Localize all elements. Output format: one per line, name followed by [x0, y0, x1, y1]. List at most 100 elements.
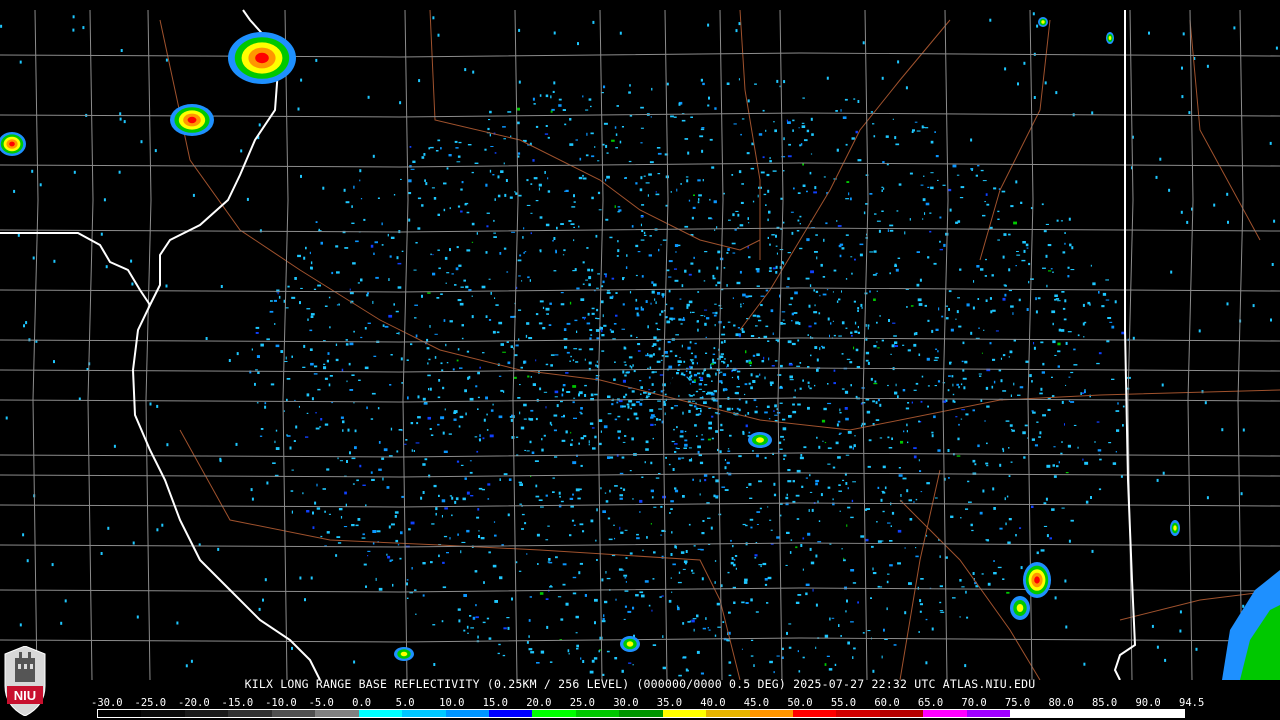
- radar-echo: [580, 412, 583, 415]
- radar-echo: [621, 669, 624, 673]
- radar-echo: [766, 173, 770, 177]
- radar-echo: [1015, 265, 1017, 267]
- radar-echo: [1099, 458, 1102, 461]
- radar-site-ring: [670, 375, 690, 395]
- radar-echo: [564, 123, 567, 126]
- colorscale-segment: [445, 710, 489, 717]
- radar-echo: [357, 282, 360, 284]
- radar-echo: [519, 503, 522, 505]
- radar-echo: [806, 190, 808, 193]
- colorscale-segment: [184, 710, 229, 717]
- radar-echo: [887, 573, 890, 575]
- radar-echo: [469, 615, 472, 617]
- radar-echo: [756, 285, 760, 287]
- radar-echo: [580, 464, 583, 467]
- radar-echo: [414, 317, 417, 319]
- radar-echo: [569, 143, 574, 146]
- radar-echo: [1010, 305, 1014, 308]
- radar-echo: [573, 239, 575, 242]
- niu-logo: NIU: [4, 646, 46, 716]
- radar-echo: [748, 431, 751, 434]
- radar-echo: [1186, 220, 1189, 224]
- radar-echo: [724, 388, 728, 391]
- radar-echo: [825, 222, 828, 225]
- radar-echo: [573, 201, 576, 203]
- radar-echo: [1026, 247, 1029, 249]
- radar-echo: [755, 325, 758, 327]
- radar-echo: [1117, 402, 1119, 405]
- radar-echo: [887, 384, 889, 387]
- radar-echo: [1156, 645, 1159, 649]
- radar-echo: [913, 455, 917, 459]
- radar-echo: [794, 389, 796, 392]
- radar-echo: [723, 326, 725, 329]
- radar-echo: [569, 301, 572, 305]
- radar-echo: [408, 179, 412, 183]
- radar-echo: [696, 650, 700, 654]
- radar-echo: [489, 133, 491, 137]
- radar-echo: [312, 511, 314, 515]
- radar-echo: [775, 234, 777, 238]
- radar-echo: [575, 632, 578, 634]
- radar-echo: [741, 183, 744, 185]
- radar-echo: [451, 273, 454, 275]
- radar-echo: [603, 425, 608, 429]
- radar-echo: [621, 456, 625, 459]
- radar-echo: [686, 305, 689, 309]
- radar-echo: [876, 220, 881, 222]
- radar-echo: [707, 438, 711, 441]
- radar-echo: [1049, 537, 1052, 540]
- radar-echo: [578, 571, 581, 575]
- radar-echo: [449, 207, 451, 210]
- radar-echo: [562, 109, 566, 111]
- radar-echo: [1019, 527, 1022, 529]
- radar-echo: [785, 564, 788, 566]
- radar-echo: [505, 179, 508, 182]
- radar-echo: [756, 269, 760, 273]
- radar-echo: [965, 413, 969, 416]
- radar-echo: [346, 460, 348, 463]
- radar-echo: [1010, 394, 1012, 397]
- radar-echo: [603, 85, 606, 89]
- colorscale-segment: [749, 710, 793, 717]
- radar-echo: [411, 567, 413, 570]
- radar-echo: [72, 15, 75, 19]
- radar-echo: [741, 330, 745, 333]
- logo-text: NIU: [14, 688, 36, 703]
- radar-echo: [677, 581, 682, 584]
- radar-echo: [805, 592, 808, 596]
- radar-echo: [675, 447, 678, 449]
- radar-echo: [900, 440, 904, 444]
- radar-echo: [591, 196, 594, 200]
- radar-echo: [857, 100, 860, 103]
- radar-echo: [345, 201, 350, 204]
- radar-echo: [554, 354, 559, 356]
- radar-echo: [503, 627, 507, 630]
- radar-echo: [833, 369, 836, 372]
- radar-echo: [351, 374, 355, 376]
- radar-echo: [775, 271, 778, 274]
- radar-echo: [703, 401, 707, 404]
- radar-echo: [501, 544, 504, 546]
- colorscale-segment: [575, 710, 620, 717]
- radar-echo: [726, 82, 730, 85]
- radar-echo: [707, 104, 710, 107]
- radar-echo: [602, 510, 606, 513]
- radar-echo: [738, 78, 740, 81]
- radar-echo: [644, 580, 649, 583]
- radar-echo: [1005, 420, 1010, 422]
- radar-echo: [547, 525, 550, 527]
- radar-echo: [270, 383, 275, 386]
- radar-echo: [495, 304, 499, 306]
- radar-echo: [850, 384, 852, 387]
- radar-echo: [947, 449, 950, 452]
- radar-echo: [660, 390, 663, 393]
- radar-echo: [320, 241, 323, 245]
- radar-echo: [955, 221, 959, 224]
- radar-echo: [469, 460, 472, 462]
- radar-echo: [786, 286, 790, 288]
- radar-echo: [764, 376, 766, 380]
- radar-echo: [545, 94, 549, 98]
- radar-echo: [674, 405, 678, 407]
- radar-echo: [1031, 410, 1034, 412]
